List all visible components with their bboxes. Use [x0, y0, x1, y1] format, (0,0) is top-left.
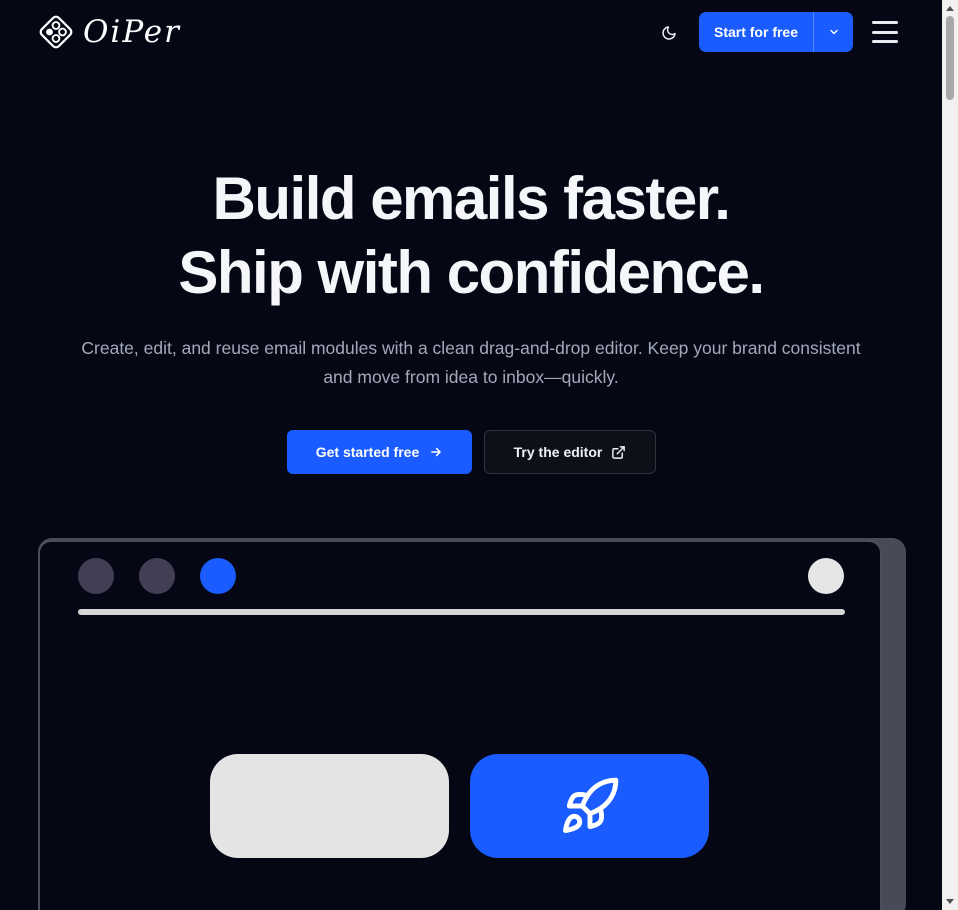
hero-title-line-2: Ship with confidence. — [178, 239, 765, 306]
window-dot — [139, 558, 175, 594]
menu-line — [872, 30, 898, 34]
page-scrollbar[interactable] — [942, 0, 958, 910]
editor-toolbar-line — [78, 609, 845, 615]
chevron-down-icon — [829, 29, 838, 35]
arrow-right-icon — [431, 447, 442, 457]
try-the-editor-button[interactable]: Try the editor — [484, 430, 656, 474]
logo-link[interactable]: OiPer — [37, 12, 181, 52]
scroll-up-arrow[interactable] — [946, 6, 954, 11]
hero-subtitle-line-2: and move from idea to inbox—quickly. — [323, 367, 619, 387]
hamburger-menu-button[interactable] — [870, 18, 900, 46]
menu-line — [872, 40, 898, 43]
theme-toggle-button[interactable] — [656, 20, 682, 46]
hamburger-menu-icon — [872, 21, 898, 24]
start-for-free-button[interactable]: Start for free — [699, 12, 813, 52]
avatar-placeholder — [808, 558, 844, 594]
window-dot — [78, 558, 114, 594]
start-for-free-button-group: Start for free — [699, 12, 853, 52]
hero-subtitle: Create, edit, and reuse email modules wi… — [30, 334, 912, 392]
landing-page: OiPer Start for free Build emails faster… — [0, 0, 958, 910]
get-started-free-button[interactable]: Get started free — [287, 430, 472, 474]
external-link-icon — [612, 445, 626, 459]
try-editor-label: Try the editor — [513, 444, 603, 460]
site-header: OiPer Start for free — [0, 0, 942, 64]
rocket-icon — [562, 777, 618, 833]
hero-title-line-1: Build emails faster. — [212, 165, 731, 232]
get-started-label: Get started free — [315, 444, 420, 460]
editor-block-placeholder — [210, 754, 449, 858]
hero-subtitle-line-1: Create, edit, and reuse email modules wi… — [81, 338, 861, 358]
scroll-down-arrow[interactable] — [946, 899, 954, 904]
start-dropdown-toggle[interactable] — [814, 12, 853, 52]
moon-icon — [662, 26, 676, 40]
editor-block-rocket — [470, 754, 709, 858]
scroll-thumb[interactable] — [946, 16, 954, 100]
hero-title: Build emails faster. Ship with confidenc… — [0, 162, 942, 310]
logo-text: OiPer — [83, 13, 181, 50]
logo-icon — [39, 15, 73, 49]
window-dot-accent — [200, 558, 236, 594]
editor-mock-window — [38, 540, 882, 910]
